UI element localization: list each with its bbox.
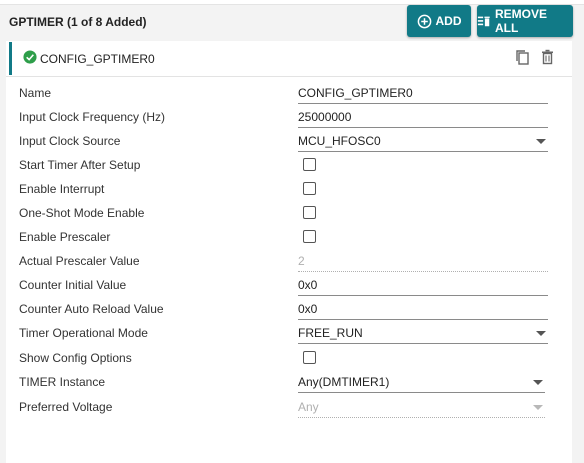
field-label: Counter Auto Reload Value: [19, 302, 164, 316]
enable-interrupt-checkbox[interactable]: [303, 182, 316, 195]
chevron-down-icon[interactable]: [536, 139, 546, 144]
chevron-down-icon[interactable]: [533, 380, 543, 385]
counter-initial-value-input[interactable]: 0x0: [298, 275, 548, 296]
select-value: Any(DMTIMER1): [298, 375, 390, 389]
panel-title: GPTIMER (1 of 8 Added): [9, 15, 147, 29]
field-label: Actual Prescaler Value: [19, 254, 140, 268]
field-label: One-Shot Mode Enable: [19, 206, 145, 220]
field-row-name: Name CONFIG_GPTIMER0: [6, 83, 572, 105]
add-circle-icon: [417, 14, 432, 29]
card-title: CONFIG_GPTIMER0: [40, 52, 155, 66]
field-row-start-timer-after-setup: Start Timer After Setup: [6, 155, 572, 177]
field-row-timer-instance: TIMER Instance Any(DMTIMER1): [6, 372, 572, 394]
field-label: Show Config Options: [19, 351, 132, 365]
check-circle-icon: [23, 50, 37, 69]
timer-operational-mode-select[interactable]: FREE_RUN: [298, 323, 548, 344]
counter-auto-reload-value-input[interactable]: 0x0: [298, 299, 548, 320]
field-row-input-clock-frequency: Input Clock Frequency (Hz) 25000000: [6, 107, 572, 129]
field-label: Input Clock Source: [19, 134, 121, 148]
field-label: Input Clock Frequency (Hz): [19, 110, 166, 124]
add-button-label: ADD: [435, 14, 462, 28]
select-value: MCU_HFOSC0: [298, 134, 381, 148]
field-label: Enable Interrupt: [19, 182, 105, 196]
field-row-show-config-options: Show Config Options: [6, 348, 572, 370]
start-timer-after-setup-checkbox[interactable]: [303, 158, 316, 171]
card-header[interactable]: CONFIG_GPTIMER0: [6, 41, 572, 77]
field-row-enable-prescaler: Enable Prescaler: [6, 227, 572, 249]
timer-instance-select[interactable]: Any(DMTIMER1): [298, 372, 545, 393]
enable-prescaler-checkbox[interactable]: [303, 230, 316, 243]
trash-icon[interactable]: [541, 49, 554, 70]
gptimer-panel: GPTIMER (1 of 8 Added) ADD REMOVE ALL CO…: [0, 0, 584, 463]
chevron-down-icon[interactable]: [536, 331, 546, 336]
name-input[interactable]: CONFIG_GPTIMER0: [298, 83, 548, 104]
field-row-enable-interrupt: Enable Interrupt: [6, 179, 572, 201]
field-row-timer-operational-mode: Timer Operational Mode FREE_RUN: [6, 323, 572, 345]
field-row-one-shot-mode: One-Shot Mode Enable: [6, 203, 572, 225]
field-label: Enable Prescaler: [19, 230, 111, 244]
field-row-input-clock-source: Input Clock Source MCU_HFOSC0: [6, 131, 572, 153]
card-accent-bar: [9, 42, 12, 75]
field-row-preferred-voltage: Preferred Voltage Any: [6, 397, 572, 419]
add-button[interactable]: ADD: [407, 5, 471, 37]
config-card: CONFIG_GPTIMER0 Name CONFIG_GPTIMER0 Inp…: [6, 41, 572, 463]
input-clock-frequency-input[interactable]: 25000000: [298, 107, 548, 128]
preferred-voltage-select: Any: [298, 397, 545, 418]
remove-all-button[interactable]: REMOVE ALL: [477, 5, 573, 37]
remove-list-icon: [477, 14, 491, 28]
field-label: Counter Initial Value: [19, 278, 127, 292]
field-label: TIMER Instance: [19, 375, 106, 389]
field-row-counter-auto-reload-value: Counter Auto Reload Value 0x0: [6, 299, 572, 321]
field-label: Start Timer After Setup: [19, 158, 141, 172]
actual-prescaler-value-input: 2: [298, 251, 548, 272]
field-label: Preferred Voltage: [19, 400, 113, 414]
select-value: Any: [298, 400, 319, 414]
copy-icon[interactable]: [515, 49, 530, 71]
field-row-actual-prescaler-value: Actual Prescaler Value 2: [6, 251, 572, 273]
field-label: Name: [19, 86, 52, 100]
select-value: FREE_RUN: [298, 326, 363, 340]
field-row-counter-initial-value: Counter Initial Value 0x0: [6, 275, 572, 297]
one-shot-mode-checkbox[interactable]: [303, 206, 316, 219]
input-clock-source-select[interactable]: MCU_HFOSC0: [298, 131, 548, 152]
field-label: Timer Operational Mode: [19, 326, 148, 340]
chevron-down-icon: [533, 405, 543, 410]
show-config-options-checkbox[interactable]: [303, 351, 316, 364]
remove-all-button-label: REMOVE ALL: [495, 7, 548, 35]
